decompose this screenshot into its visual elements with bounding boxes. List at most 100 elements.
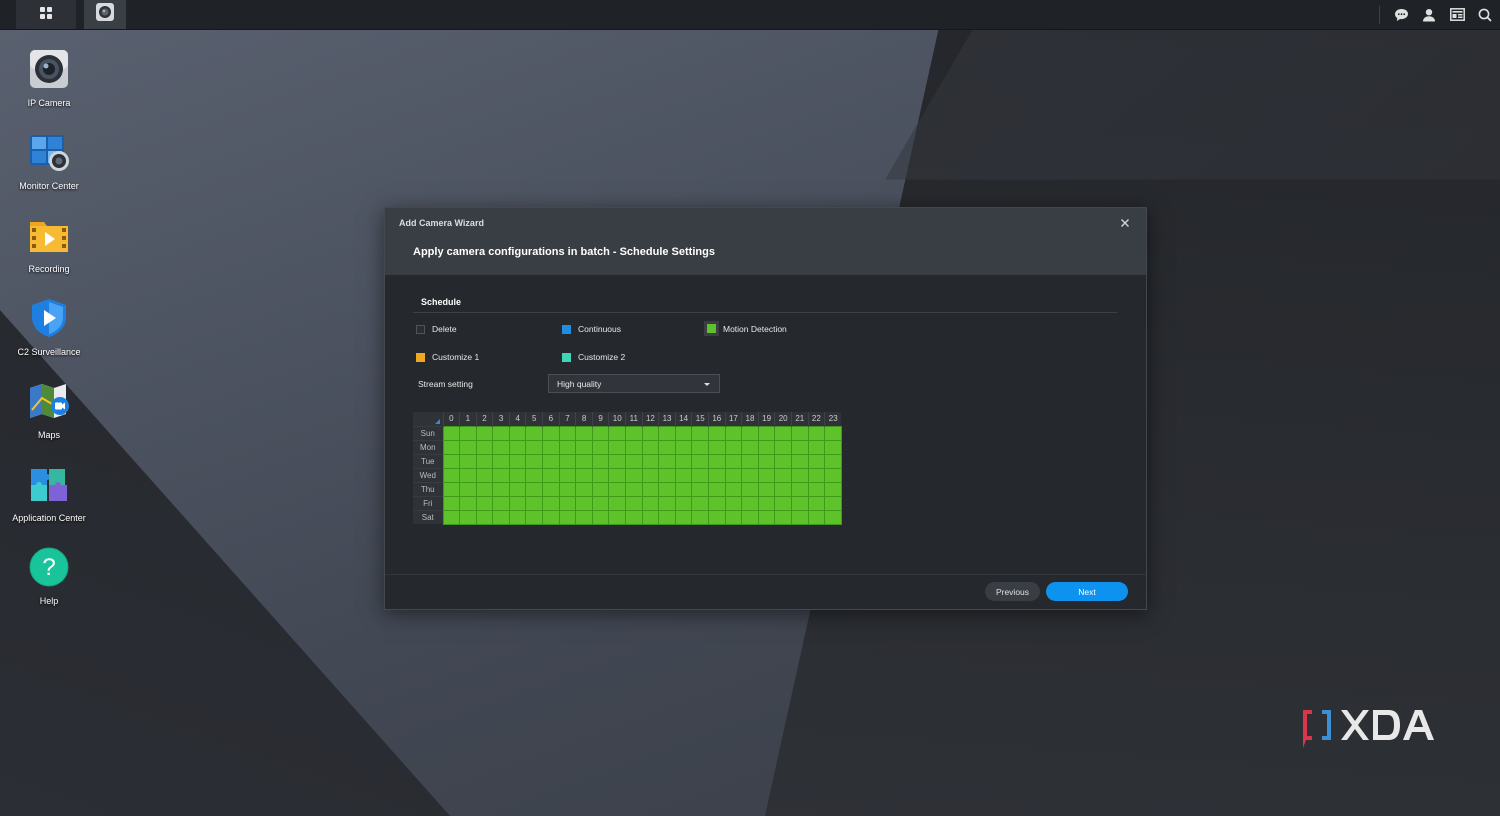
schedule-cell[interactable] xyxy=(741,509,759,525)
schedule-cell[interactable] xyxy=(774,439,792,455)
schedule-cell[interactable] xyxy=(724,509,743,525)
schedule-cell[interactable] xyxy=(459,509,477,525)
schedule-cell[interactable] xyxy=(542,481,560,497)
schedule-cell[interactable] xyxy=(658,439,676,455)
schedule-cell[interactable] xyxy=(591,425,610,441)
hour-header[interactable]: 1 xyxy=(459,412,477,426)
schedule-cell[interactable] xyxy=(492,495,510,511)
schedule-cell[interactable] xyxy=(724,453,743,469)
schedule-cell[interactable] xyxy=(492,467,510,483)
schedule-cell[interactable] xyxy=(724,467,743,483)
search-icon[interactable] xyxy=(1476,6,1494,24)
day-header[interactable]: Sat xyxy=(413,509,443,524)
schedule-cell[interactable] xyxy=(741,481,759,497)
day-header[interactable]: Tue xyxy=(413,453,443,468)
schedule-cell[interactable] xyxy=(558,467,577,483)
schedule-cell[interactable] xyxy=(525,467,544,483)
schedule-cell[interactable] xyxy=(741,467,759,483)
schedule-cell[interactable] xyxy=(608,439,627,455)
hour-header[interactable]: 12 xyxy=(641,412,659,426)
schedule-cell[interactable] xyxy=(807,425,826,441)
schedule-cell[interactable] xyxy=(475,509,494,525)
schedule-cell[interactable] xyxy=(757,439,776,455)
schedule-cell[interactable] xyxy=(774,467,792,483)
widgets-icon[interactable] xyxy=(1448,6,1466,24)
schedule-cell[interactable] xyxy=(708,425,726,441)
schedule-cell[interactable] xyxy=(724,425,743,441)
schedule-cell[interactable] xyxy=(575,495,593,511)
hour-header[interactable]: 13 xyxy=(658,412,676,426)
schedule-cell[interactable] xyxy=(824,439,842,455)
hour-header[interactable]: 23 xyxy=(824,412,842,426)
schedule-cell[interactable] xyxy=(508,453,527,469)
schedule-cell[interactable] xyxy=(475,453,494,469)
hour-header[interactable]: 19 xyxy=(757,412,775,426)
schedule-cell[interactable] xyxy=(757,509,776,525)
schedule-cell[interactable] xyxy=(591,453,610,469)
schedule-cell[interactable] xyxy=(558,495,577,511)
schedule-cell[interactable] xyxy=(625,425,643,441)
schedule-cell[interactable] xyxy=(708,495,726,511)
schedule-cell[interactable] xyxy=(641,509,660,525)
hour-header[interactable]: 10 xyxy=(608,412,626,426)
schedule-cell[interactable] xyxy=(708,453,726,469)
schedule-cell[interactable] xyxy=(575,453,593,469)
hour-header[interactable]: 4 xyxy=(508,412,526,426)
schedule-cell[interactable] xyxy=(525,495,544,511)
schedule-cell[interactable] xyxy=(459,495,477,511)
schedule-cell[interactable] xyxy=(591,481,610,497)
schedule-cell[interactable] xyxy=(708,467,726,483)
schedule-cell[interactable] xyxy=(575,425,593,441)
schedule-cell[interactable] xyxy=(459,425,477,441)
hour-header[interactable]: 11 xyxy=(625,412,643,426)
legend-customize-1[interactable]: Customize 1 xyxy=(416,352,479,362)
schedule-cell[interactable] xyxy=(807,467,826,483)
schedule-cell[interactable] xyxy=(575,439,593,455)
schedule-cell[interactable] xyxy=(741,495,759,511)
schedule-cell[interactable] xyxy=(508,509,527,525)
hour-header[interactable]: 21 xyxy=(790,412,809,426)
schedule-cell[interactable] xyxy=(542,453,560,469)
schedule-cell[interactable] xyxy=(824,467,842,483)
schedule-cell[interactable] xyxy=(508,425,527,441)
schedule-cell[interactable] xyxy=(591,509,610,525)
previous-button[interactable]: Previous xyxy=(985,582,1040,601)
schedule-cell[interactable] xyxy=(824,425,842,441)
schedule-cell[interactable] xyxy=(741,425,759,441)
schedule-cell[interactable] xyxy=(608,495,627,511)
schedule-cell[interactable] xyxy=(492,425,510,441)
schedule-cell[interactable] xyxy=(674,453,693,469)
schedule-cell[interactable] xyxy=(708,481,726,497)
hour-header[interactable]: 3 xyxy=(492,412,510,426)
schedule-cell[interactable] xyxy=(691,425,709,441)
schedule-cell[interactable] xyxy=(757,453,776,469)
hour-header[interactable]: 5 xyxy=(525,412,543,426)
schedule-cell[interactable] xyxy=(475,495,494,511)
schedule-cell[interactable] xyxy=(790,439,809,455)
schedule-cell[interactable] xyxy=(708,509,726,525)
hour-header[interactable]: 17 xyxy=(724,412,742,426)
schedule-cell[interactable] xyxy=(774,425,792,441)
schedule-cell[interactable] xyxy=(691,439,709,455)
desktop-icon-application-center[interactable]: Application Center xyxy=(0,455,98,538)
schedule-cell[interactable] xyxy=(591,495,610,511)
hour-header[interactable]: 18 xyxy=(741,412,759,426)
hour-header[interactable]: 8 xyxy=(575,412,593,426)
legend-customize-2[interactable]: Customize 2 xyxy=(562,352,625,362)
schedule-cell[interactable] xyxy=(658,453,676,469)
schedule-cell[interactable] xyxy=(542,509,560,525)
schedule-cell[interactable] xyxy=(591,439,610,455)
schedule-cell[interactable] xyxy=(575,467,593,483)
schedule-cell[interactable] xyxy=(525,453,544,469)
schedule-cell[interactable] xyxy=(641,453,660,469)
schedule-cell[interactable] xyxy=(625,481,643,497)
schedule-cell[interactable] xyxy=(558,439,577,455)
schedule-cell[interactable] xyxy=(674,425,693,441)
desktop-icon-maps[interactable]: Maps xyxy=(0,372,98,455)
schedule-cell[interactable] xyxy=(442,495,461,511)
schedule-cell[interactable] xyxy=(741,453,759,469)
schedule-cell[interactable] xyxy=(790,467,809,483)
schedule-cell[interactable] xyxy=(459,439,477,455)
next-button[interactable]: Next xyxy=(1046,582,1128,601)
schedule-cell[interactable] xyxy=(492,439,510,455)
